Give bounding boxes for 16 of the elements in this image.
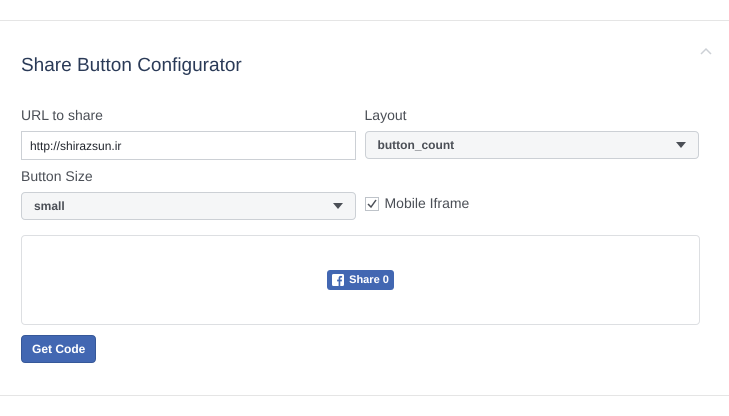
- url-input-field[interactable]: http://shirazsun.ir: [21, 131, 356, 160]
- checkbox[interactable]: [364, 196, 378, 210]
- get-code-button[interactable]: Get Code: [21, 335, 96, 363]
- dropdown-caret-icon: [676, 142, 686, 148]
- dropdown-caret-icon: [332, 203, 342, 209]
- f-logo-icon: [332, 274, 344, 286]
- field-label: URL to share: [21, 106, 104, 125]
- field-label: Layout: [364, 106, 408, 125]
- panel-title: Share Button Configurator: [21, 54, 243, 78]
- field-label: Button Size: [21, 167, 94, 186]
- select-value: button_count: [378, 137, 454, 154]
- select-value: small: [34, 198, 65, 215]
- size-select[interactable]: small: [21, 192, 356, 220]
- layout-select[interactable]: button_count: [364, 131, 699, 159]
- share-button[interactable]: Share 0: [327, 270, 394, 290]
- checkbox-label: Mobile Iframe: [384, 194, 470, 213]
